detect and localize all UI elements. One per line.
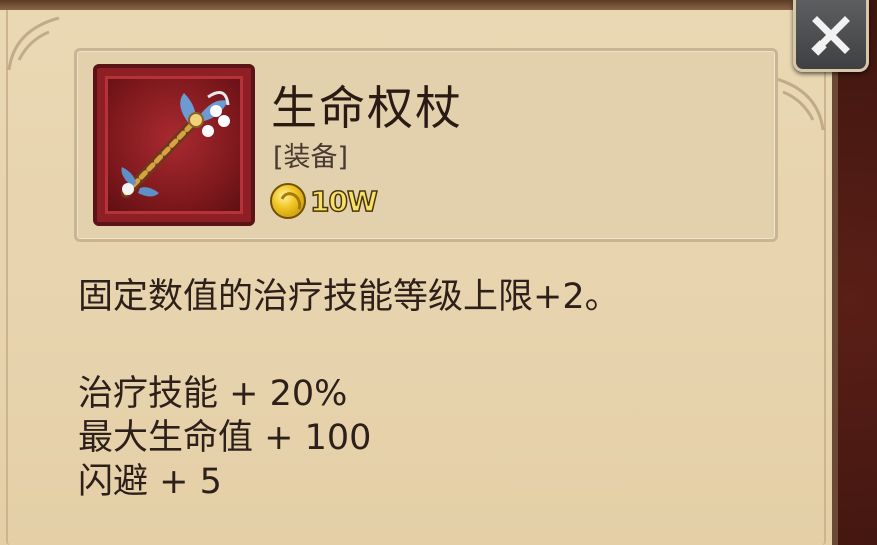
corner-ornament-icon bbox=[7, 16, 60, 71]
panel-top-border bbox=[0, 0, 838, 10]
item-description: 固定数值的治疗技能等级上限+2。 bbox=[78, 277, 620, 317]
item-icon-frame bbox=[93, 64, 255, 226]
staff-icon bbox=[121, 91, 230, 198]
gold-coin-icon bbox=[270, 183, 306, 219]
price-value: 10W bbox=[309, 184, 378, 219]
item-type: [装备] bbox=[273, 142, 349, 173]
close-button[interactable] bbox=[793, 0, 869, 72]
item-price: 10W bbox=[270, 181, 379, 221]
stat-line: 闪避 + 5 bbox=[78, 462, 222, 502]
item-name: 生命权杖 bbox=[271, 81, 463, 135]
stat-line: 治疗技能 + 20% bbox=[78, 374, 348, 414]
close-icon bbox=[811, 15, 850, 56]
stat-line: 最大生命值 + 100 bbox=[78, 418, 372, 458]
stat-list: 治疗技能 + 20% 最大生命值 + 100 闪避 + 5 bbox=[78, 372, 371, 504]
